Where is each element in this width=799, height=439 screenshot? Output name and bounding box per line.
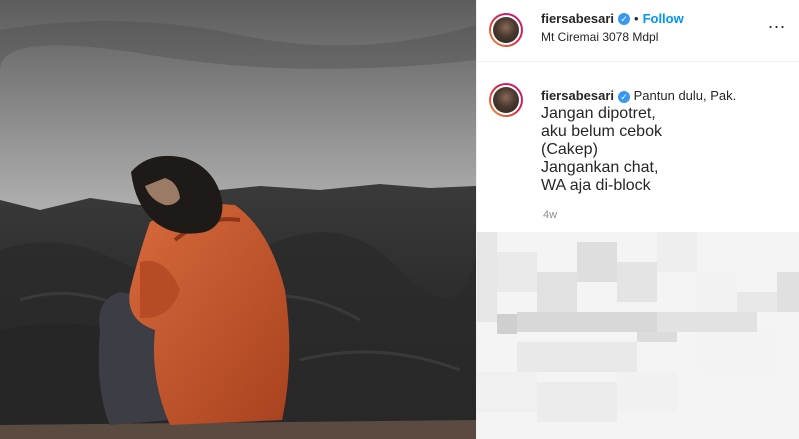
header-username[interactable]: fiersabesari xyxy=(541,11,614,26)
post-sidebar: fiersabesari ✓ • Follow Mt Ciremai 3078 Mdp… xyxy=(476,0,799,439)
header-separator: • xyxy=(634,11,639,26)
verified-badge-icon: ✓ xyxy=(618,12,630,25)
caption-avatar[interactable] xyxy=(489,83,523,117)
caption-line-4: (Cakep) xyxy=(541,141,598,158)
pixelated-comments-area xyxy=(477,232,799,439)
post-timestamp[interactable]: 4w xyxy=(543,209,557,221)
caption-username[interactable]: fiersabesari xyxy=(541,88,614,103)
post-header: fiersabesari ✓ • Follow Mt Ciremai 3078 Mdp… xyxy=(477,0,799,62)
caption-block: fiersabesari ✓ Pantun dulu, Pak. Jangan d… xyxy=(541,87,791,195)
caption-avatar-image xyxy=(493,87,519,113)
instagram-post-view: fiersabesari ✓ • Follow Mt Ciremai 3078 Mdp… xyxy=(0,0,799,439)
more-options-icon[interactable]: ... xyxy=(768,12,786,33)
caption-verified-badge-icon: ✓ xyxy=(618,90,630,103)
post-location[interactable]: Mt Ciremai 3078 Mdpl xyxy=(541,30,658,44)
caption-line-2: Jangan dipotret, xyxy=(541,105,656,122)
avatar-image xyxy=(493,17,519,43)
caption-line-1: Pantun dulu, Pak. xyxy=(633,88,737,103)
avatar[interactable] xyxy=(489,13,523,47)
follow-button[interactable]: Follow xyxy=(643,11,684,26)
mountain-photo-image xyxy=(0,0,476,439)
caption-line-3: aku belum cebok xyxy=(541,123,662,140)
post-photo[interactable] xyxy=(0,0,476,439)
caption-line-6: WA aja di-block xyxy=(541,177,651,194)
caption-line-5: Jangankan chat, xyxy=(541,159,659,176)
